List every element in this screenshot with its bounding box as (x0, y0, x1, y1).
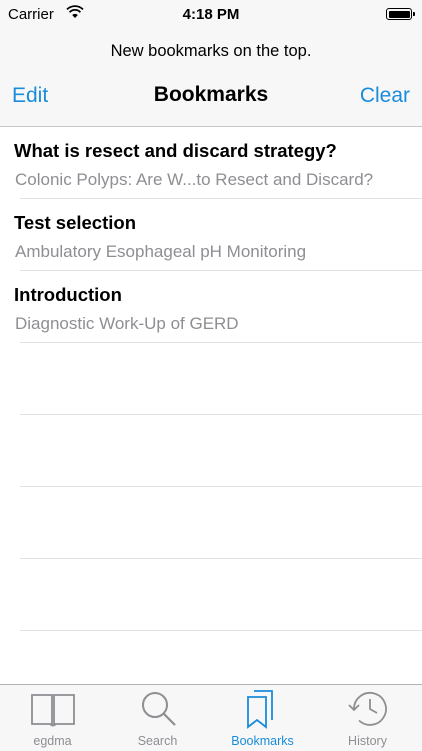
empty-row (0, 415, 422, 487)
bookmark-row[interactable]: Introduction Diagnostic Work-Up of GERD (0, 271, 422, 343)
empty-row (0, 487, 422, 559)
tab-label: egdma (33, 734, 72, 748)
tab-egdma[interactable]: egdma (0, 685, 105, 751)
bookmark-row[interactable]: What is resect and discard strategy? Col… (0, 127, 422, 199)
bookmark-row[interactable]: Test selection Ambulatory Esophageal pH … (0, 199, 422, 271)
status-time: 4:18 PM (182, 6, 240, 23)
battery-icon (386, 8, 415, 20)
navigation-bar: New bookmarks on the top. Edit Bookmarks… (0, 30, 422, 127)
tab-bar: egdma Search Bookmarks History (0, 684, 422, 751)
bookmarks-hint: New bookmarks on the top. (110, 42, 312, 60)
tab-search[interactable]: Search (105, 685, 210, 751)
bookmark-source: Diagnostic Work-Up of GERD (15, 314, 239, 333)
search-icon (141, 692, 176, 726)
tab-bookmarks[interactable]: Bookmarks (210, 685, 315, 751)
bookmark-title: Test selection (14, 212, 137, 233)
clear-button[interactable]: Clear (360, 84, 410, 108)
bookmark-source: Ambulatory Esophageal pH Monitoring (15, 242, 307, 261)
edit-button[interactable]: Edit (12, 84, 48, 108)
tab-label: Bookmarks (231, 734, 294, 748)
empty-row (0, 343, 422, 415)
status-bar: Carrier 4:18 PM (0, 0, 422, 30)
tab-label: Search (137, 734, 178, 748)
tab-label: History (348, 734, 387, 748)
history-icon (347, 691, 387, 726)
tab-history[interactable]: History (315, 685, 420, 751)
bookmarks-icon (246, 690, 273, 729)
empty-row (0, 559, 422, 631)
bookmark-source: Colonic Polyps: Are W...to Resect and Di… (15, 170, 374, 189)
bookmark-title: What is resect and discard strategy? (14, 140, 337, 161)
bookmark-title: Introduction (14, 284, 122, 305)
page-title: Bookmarks (153, 83, 269, 106)
book-icon (30, 694, 75, 727)
bookmarks-list: What is resect and discard strategy? Col… (0, 127, 422, 631)
